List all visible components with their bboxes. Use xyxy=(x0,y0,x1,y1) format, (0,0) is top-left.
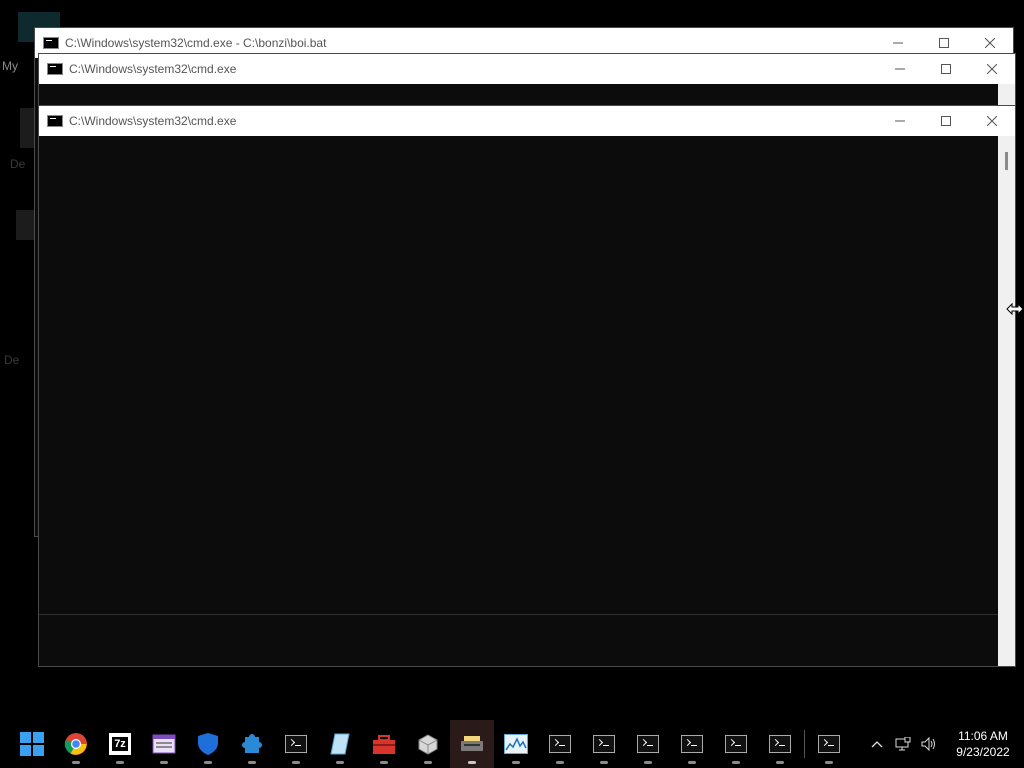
terminal-icon xyxy=(549,735,571,753)
clock[interactable]: 11:06 AM 9/23/2022 xyxy=(942,728,1024,760)
terminal-icon xyxy=(769,735,791,753)
notepad-icon xyxy=(330,733,350,755)
taskbar-resource-monitor[interactable] xyxy=(494,720,538,768)
shield-icon xyxy=(198,733,218,755)
graph-icon xyxy=(504,734,528,754)
chevron-up-icon xyxy=(871,741,883,748)
terminal-icon xyxy=(725,735,747,753)
terminal-icon xyxy=(818,735,840,753)
volume-button[interactable] xyxy=(916,720,942,768)
cmd-icon xyxy=(47,115,63,127)
resize-cursor-icon xyxy=(1006,302,1024,316)
close-button[interactable] xyxy=(969,54,1015,84)
network-icon xyxy=(895,737,911,751)
clock-time: 11:06 AM xyxy=(958,729,1008,743)
vertical-scrollbar[interactable] xyxy=(998,136,1015,666)
taskbar-toolbox[interactable] xyxy=(362,720,406,768)
speaker-icon xyxy=(921,737,935,751)
taskbar-cmd-8[interactable] xyxy=(807,720,851,768)
taskbar-cmd-2[interactable] xyxy=(538,720,582,768)
taskbar-separator xyxy=(804,730,805,758)
taskbar-cmd-3[interactable] xyxy=(582,720,626,768)
files-icon xyxy=(152,734,176,754)
titlebar[interactable]: C:\Windows\system32\cmd.exe xyxy=(39,106,1015,136)
taskbar-cmd-7[interactable] xyxy=(758,720,802,768)
cmd-icon xyxy=(43,37,59,49)
network-button[interactable] xyxy=(890,720,916,768)
desktop-icon-lower[interactable] xyxy=(16,210,36,240)
windows-logo-icon xyxy=(20,732,44,756)
clock-date: 9/23/2022 xyxy=(956,745,1010,759)
taskbar-app-blue[interactable] xyxy=(230,720,274,768)
taskbar-cmd-6[interactable] xyxy=(714,720,758,768)
taskbar-scanner[interactable] xyxy=(450,720,494,768)
taskbar-chrome[interactable] xyxy=(54,720,98,768)
terminal-icon xyxy=(593,735,615,753)
7zip-label: 7z xyxy=(112,737,128,751)
window-title: C:\Windows\system32\cmd.exe xyxy=(69,62,237,76)
close-button[interactable] xyxy=(969,106,1015,136)
titlebar[interactable]: C:\Windows\system32\cmd.exe xyxy=(39,54,1015,84)
taskbar-files[interactable] xyxy=(142,720,186,768)
minimize-button[interactable] xyxy=(877,106,923,136)
taskbar: 7z 11:06 AM 9/23/2022 xyxy=(0,720,1024,768)
system-tray: 11:06 AM 9/23/2022 xyxy=(864,720,1024,768)
taskbar-security[interactable] xyxy=(186,720,230,768)
terminal-icon xyxy=(681,735,703,753)
taskbar-3d-viewer[interactable] xyxy=(406,720,450,768)
show-hidden-icons-button[interactable] xyxy=(864,720,890,768)
maximize-button[interactable] xyxy=(923,54,969,84)
cmd-icon xyxy=(47,63,63,75)
console-output[interactable] xyxy=(39,136,998,666)
taskbar-7zip[interactable]: 7z xyxy=(98,720,142,768)
cmd-window-active[interactable]: C:\Windows\system32\cmd.exe xyxy=(38,105,1016,667)
desktop-label-my: My xyxy=(2,59,18,73)
cube-icon xyxy=(418,734,438,755)
taskbar-cmd-1[interactable] xyxy=(274,720,318,768)
maximize-button[interactable] xyxy=(923,106,969,136)
puzzle-icon xyxy=(242,734,262,753)
7zip-icon: 7z xyxy=(109,733,131,755)
scanner-icon xyxy=(461,736,483,751)
start-button[interactable] xyxy=(10,720,54,768)
desktop-label-de-1: De xyxy=(10,157,26,171)
chrome-icon xyxy=(64,733,87,755)
taskbar-notepad[interactable] xyxy=(318,720,362,768)
window-title: C:\Windows\system32\cmd.exe - C:\bonzi\b… xyxy=(65,36,327,50)
desktop-label-de-2: De xyxy=(4,353,20,367)
taskbar-cmd-4[interactable] xyxy=(626,720,670,768)
taskbar-cmd-5[interactable] xyxy=(670,720,714,768)
toolbox-icon xyxy=(373,735,395,754)
window-title: C:\Windows\system32\cmd.exe xyxy=(69,114,237,128)
console-lower-area xyxy=(39,614,998,666)
minimize-button[interactable] xyxy=(877,54,923,84)
terminal-icon xyxy=(637,735,659,753)
terminal-icon xyxy=(285,735,307,753)
scrollbar-thumb[interactable] xyxy=(1005,152,1008,170)
